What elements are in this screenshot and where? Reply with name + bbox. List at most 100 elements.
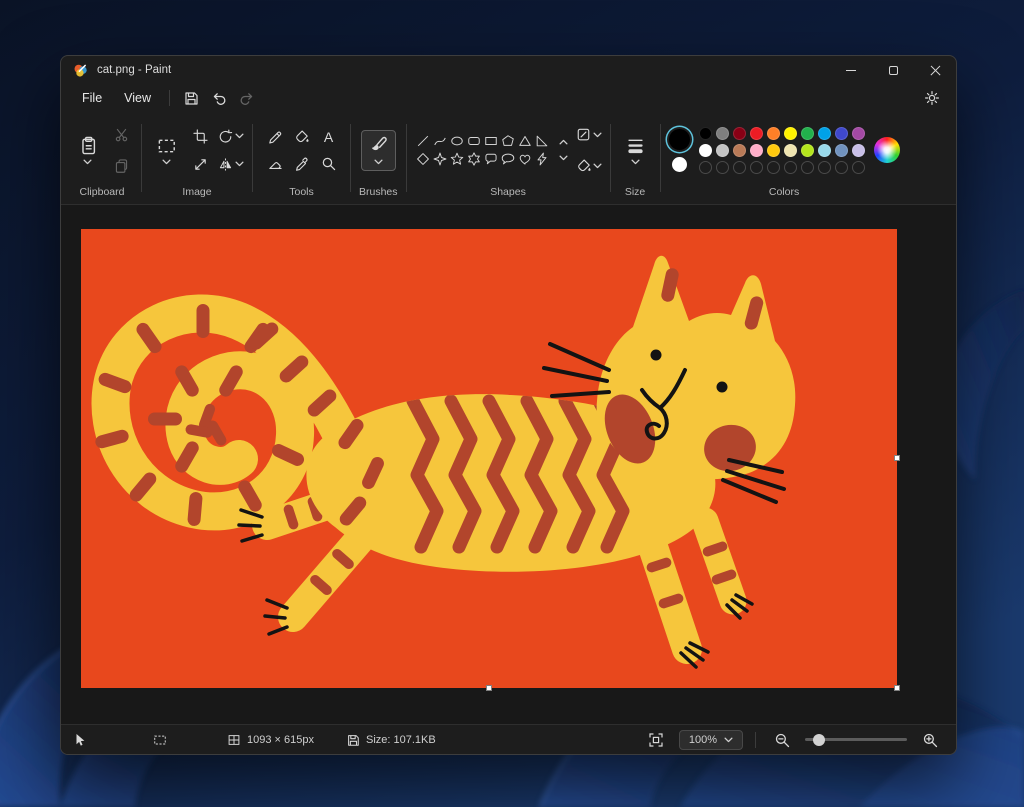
color-swatch[interactable] [852, 144, 865, 157]
shape-line[interactable] [416, 134, 430, 148]
file-size-text: Size: 107.1KB [366, 734, 436, 746]
color-swatch[interactable] [699, 127, 712, 140]
custom-color-slot[interactable] [852, 161, 865, 174]
maximize-button[interactable] [872, 56, 914, 84]
custom-color-slot[interactable] [733, 161, 746, 174]
paste-button[interactable] [71, 131, 104, 170]
undo-button[interactable] [205, 86, 233, 110]
shape-four-point-star[interactable] [433, 152, 447, 166]
custom-color-slot[interactable] [801, 161, 814, 174]
save-button[interactable] [177, 86, 205, 110]
ribbon-separator [141, 124, 142, 192]
zoom-out-button[interactable] [768, 728, 796, 752]
color-swatch[interactable] [716, 144, 729, 157]
shape-six-point-star[interactable] [467, 152, 481, 166]
canvas-resize-handle-corner[interactable] [894, 685, 900, 691]
close-button[interactable] [914, 56, 956, 84]
color-swatch[interactable] [818, 144, 831, 157]
shapes-scroll-down-icon[interactable] [559, 155, 568, 161]
zoom-in-button[interactable] [916, 728, 944, 752]
crop-button[interactable] [188, 124, 212, 148]
zoom-level-dropdown[interactable]: 100% [679, 730, 743, 750]
pencil-tool-button[interactable] [263, 125, 287, 149]
shape-polygon[interactable] [501, 134, 515, 148]
custom-color-slot[interactable] [716, 161, 729, 174]
custom-color-slot[interactable] [835, 161, 848, 174]
shape-fill-button[interactable] [576, 154, 602, 178]
shape-triangle[interactable] [518, 134, 532, 148]
eraser-tool-button[interactable] [263, 152, 287, 176]
window-controls [830, 56, 956, 84]
custom-color-slot[interactable] [818, 161, 831, 174]
color-swatch[interactable] [750, 127, 763, 140]
shape-lightning[interactable] [535, 152, 549, 166]
shape-oval-speech-bubble[interactable] [501, 152, 515, 166]
custom-color-slot[interactable] [750, 161, 763, 174]
shape-heart[interactable] [518, 152, 532, 166]
shapes-scroll-up-icon[interactable] [559, 139, 568, 145]
size-button[interactable] [619, 131, 652, 170]
color-swatch[interactable] [767, 127, 780, 140]
select-button[interactable] [150, 131, 183, 170]
shape-rounded-rectangle[interactable] [467, 134, 481, 148]
flip-button[interactable] [218, 152, 244, 176]
ribbon-separator [610, 124, 611, 192]
color-swatch[interactable] [784, 127, 797, 140]
group-clipboard: Clipboard [65, 114, 139, 204]
canvas-resize-handle-right[interactable] [894, 455, 900, 461]
resize-button[interactable] [188, 152, 212, 176]
shape-curve[interactable] [433, 134, 447, 148]
shape-rectangle[interactable] [484, 134, 498, 148]
minimize-button[interactable] [830, 56, 872, 84]
fill-tool-button[interactable] [290, 125, 314, 149]
rotate-button[interactable] [218, 124, 244, 148]
color1-swatch[interactable] [669, 129, 690, 150]
titlebar[interactable]: cat.png - Paint [61, 56, 956, 84]
color-swatch[interactable] [818, 127, 831, 140]
color-swatch[interactable] [750, 144, 763, 157]
zoom-slider[interactable] [805, 738, 907, 741]
shape-rounded-speech-bubble[interactable] [484, 152, 498, 166]
chevron-down-icon [235, 133, 244, 139]
close-icon [930, 65, 941, 76]
ribbon: Clipboard Image [61, 112, 956, 204]
color-swatch[interactable] [852, 127, 865, 140]
shape-five-point-star[interactable] [450, 152, 464, 166]
custom-color-slot[interactable] [784, 161, 797, 174]
pencil-icon [267, 129, 282, 144]
shape-diamond[interactable] [416, 152, 430, 166]
color-swatch[interactable] [801, 144, 814, 157]
color-swatch[interactable] [733, 127, 746, 140]
zoom-slider-thumb[interactable] [813, 734, 825, 746]
shapes-grid [415, 132, 551, 168]
color-swatch[interactable] [835, 127, 848, 140]
settings-button[interactable] [918, 86, 946, 110]
brushes-button[interactable] [361, 130, 396, 171]
color-swatch[interactable] [784, 144, 797, 157]
paste-icon [78, 136, 97, 155]
magnifier-tool-button[interactable] [317, 152, 341, 176]
menu-view[interactable]: View [113, 87, 162, 109]
shape-outline-button[interactable] [576, 123, 602, 147]
canvas[interactable] [81, 229, 897, 688]
cut-button[interactable] [109, 123, 133, 147]
custom-color-slot[interactable] [767, 161, 780, 174]
zoom-to-fit-button[interactable] [642, 728, 670, 752]
color2-swatch[interactable] [672, 157, 687, 172]
color-swatch[interactable] [767, 144, 780, 157]
copy-button[interactable] [109, 154, 133, 178]
custom-color-slot[interactable] [699, 161, 712, 174]
color-picker-tool-button[interactable] [290, 152, 314, 176]
shape-oval[interactable] [450, 134, 464, 148]
color-swatch[interactable] [699, 144, 712, 157]
color-wheel-button[interactable] [874, 137, 900, 163]
color-swatch[interactable] [835, 144, 848, 157]
shape-right-triangle[interactable] [535, 134, 549, 148]
canvas-resize-handle-bottom[interactable] [486, 685, 492, 691]
redo-button[interactable] [233, 86, 261, 110]
text-tool-button[interactable]: A [317, 125, 341, 149]
color-swatch[interactable] [801, 127, 814, 140]
color-swatch[interactable] [733, 144, 746, 157]
menu-file[interactable]: File [71, 87, 113, 109]
color-swatch[interactable] [716, 127, 729, 140]
